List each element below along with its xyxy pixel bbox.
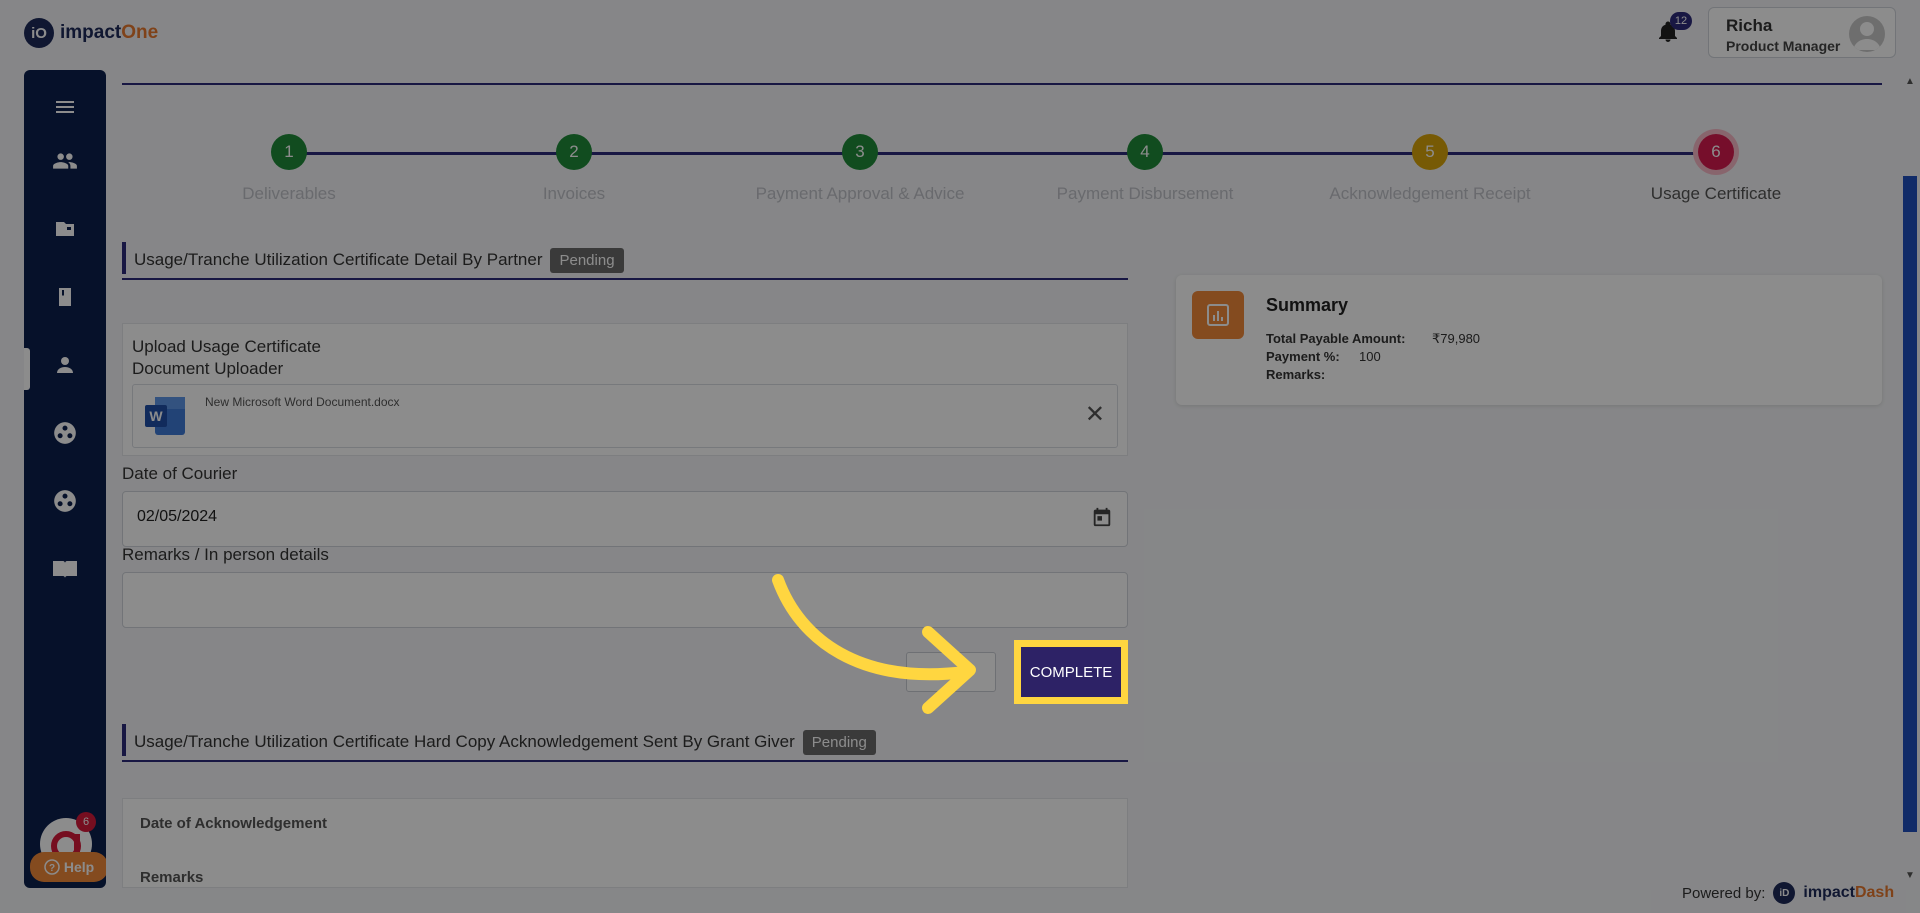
group-circle-icon[interactable] — [50, 418, 80, 448]
step-label: Invoices — [542, 184, 606, 203]
user-name: Richa — [1726, 16, 1773, 35]
powered-brand: impactDash — [1803, 884, 1895, 901]
avatar — [1849, 16, 1885, 52]
remove-file-icon[interactable]: ✕ — [1085, 403, 1105, 427]
step-label: Payment Disbursement — [1056, 184, 1234, 203]
step-label: Payment Approval & Advice — [755, 184, 965, 203]
book-icon[interactable] — [50, 282, 80, 312]
upload-title: Upload Usage Certificate Document Upload… — [132, 337, 321, 378]
section-accent-bar — [122, 242, 126, 274]
top-rule — [122, 83, 1882, 85]
word-document-icon: W — [145, 397, 185, 435]
step-invoices[interactable]: 2 Invoices — [454, 134, 694, 204]
user-menu[interactable]: Richa Product Manager — [1708, 7, 1896, 58]
status-badge: Pending — [802, 730, 876, 755]
ack-card: Date of Acknowledgement Remarks — [122, 798, 1128, 888]
date-of-courier-label: Date of Courier — [122, 464, 238, 483]
sidebar: 6 — [24, 70, 106, 888]
status-badge: Pending — [550, 248, 624, 273]
upload-card: Upload Usage Certificate Document Upload… — [122, 323, 1128, 456]
step-payment-approval[interactable]: 3 Payment Approval & Advice — [740, 134, 980, 204]
step-deliverables[interactable]: 1 Deliverables — [169, 134, 409, 204]
powered-label: Powered by: — [1682, 884, 1766, 902]
svg-text:?: ? — [49, 863, 55, 874]
scroll-up-arrow[interactable]: ▲ — [1903, 76, 1917, 87]
step-payment-disbursement[interactable]: 4 Payment Disbursement — [1025, 134, 1265, 204]
scroll-down-arrow[interactable]: ▼ — [1903, 870, 1917, 881]
menu-icon[interactable] — [50, 92, 80, 122]
step-number: 6 — [1698, 134, 1734, 170]
section-rule — [122, 760, 1128, 762]
step-label: Deliverables — [242, 184, 336, 203]
summary-title: Summary — [1266, 295, 1349, 315]
sidebar-active-indicator — [24, 348, 30, 390]
logo-mark: iO — [24, 18, 54, 48]
section-partner-certificate-header: Usage/Tranche Utilization Certificate De… — [122, 240, 1128, 280]
summary-card: Summary Total Payable Amount: ₹79,980 Pay… — [1176, 275, 1882, 405]
assistant-badge: 6 — [76, 812, 96, 832]
section-accent-bar — [122, 724, 126, 756]
step-number: 5 — [1412, 134, 1448, 170]
step-number: 4 — [1127, 134, 1163, 170]
main-content: 1 Deliverables 2 Invoices 3 Payment Appr… — [106, 70, 1896, 888]
question-icon: ? — [44, 859, 60, 875]
powered-logo-mark: iD — [1773, 882, 1796, 904]
scroll-thumb[interactable] — [1903, 176, 1917, 832]
chart-icon — [1192, 291, 1244, 339]
ack-remarks-label: Remarks — [140, 869, 204, 886]
remarks-label: Remarks / In person details — [122, 545, 329, 564]
top-header: iO impactOne 12 Richa Product Manager — [0, 0, 1920, 64]
user-avatar-icon — [1853, 22, 1881, 50]
complete-button[interactable]: COMPLETE — [1014, 640, 1128, 704]
notification-badge: 12 — [1670, 12, 1692, 30]
uploaded-file[interactable]: W New Microsoft Word Document.docx ✕ — [132, 384, 1118, 448]
step-acknowledgement-receipt[interactable]: 5 Acknowledgement Receipt — [1310, 134, 1550, 204]
step-label: Usage Certificate — [1650, 184, 1782, 203]
users-icon[interactable] — [50, 146, 80, 176]
pointer-arrow-icon — [772, 574, 976, 714]
step-label: Acknowledgement Receipt — [1329, 184, 1531, 203]
section-title: Usage/Tranche Utilization Certificate De… — [134, 248, 624, 273]
section-rule — [122, 278, 1128, 280]
file-name: New Microsoft Word Document.docx — [205, 395, 400, 409]
folder-icon[interactable] — [50, 214, 80, 244]
svg-text:W: W — [149, 408, 163, 424]
calendar-icon[interactable] — [1091, 506, 1113, 528]
person-icon[interactable] — [50, 350, 80, 380]
date-of-courier-field[interactable]: 02/05/2024 — [122, 491, 1128, 547]
step-usage-certificate[interactable]: 6 Usage Certificate — [1596, 134, 1836, 204]
group-circle-icon[interactable] — [50, 486, 80, 516]
help-button[interactable]: ? Help — [30, 852, 108, 882]
help-label: Help — [63, 859, 95, 875]
summary-total: Total Payable Amount: ₹79,980 — [1266, 331, 1481, 346]
powered-by: Powered by: iD impactDash — [1682, 882, 1894, 904]
step-number: 1 — [271, 134, 307, 170]
app-logo[interactable]: iO impactOne — [24, 18, 158, 48]
user-role: Product Manager — [1726, 38, 1841, 54]
open-book-icon[interactable] — [50, 554, 80, 584]
step-number: 2 — [556, 134, 592, 170]
ack-date-label: Date of Acknowledgement — [140, 815, 327, 832]
date-value: 02/05/2024 — [137, 508, 218, 525]
section-ack-header: Usage/Tranche Utilization Certificate Ha… — [122, 722, 1128, 762]
step-number: 3 — [842, 134, 878, 170]
logo-text: impactOne — [60, 22, 159, 43]
summary-payment: Payment %: 100 — [1266, 349, 1381, 364]
summary-remarks: Remarks: — [1266, 367, 1326, 382]
section-title: Usage/Tranche Utilization Certificate Ha… — [134, 730, 876, 755]
